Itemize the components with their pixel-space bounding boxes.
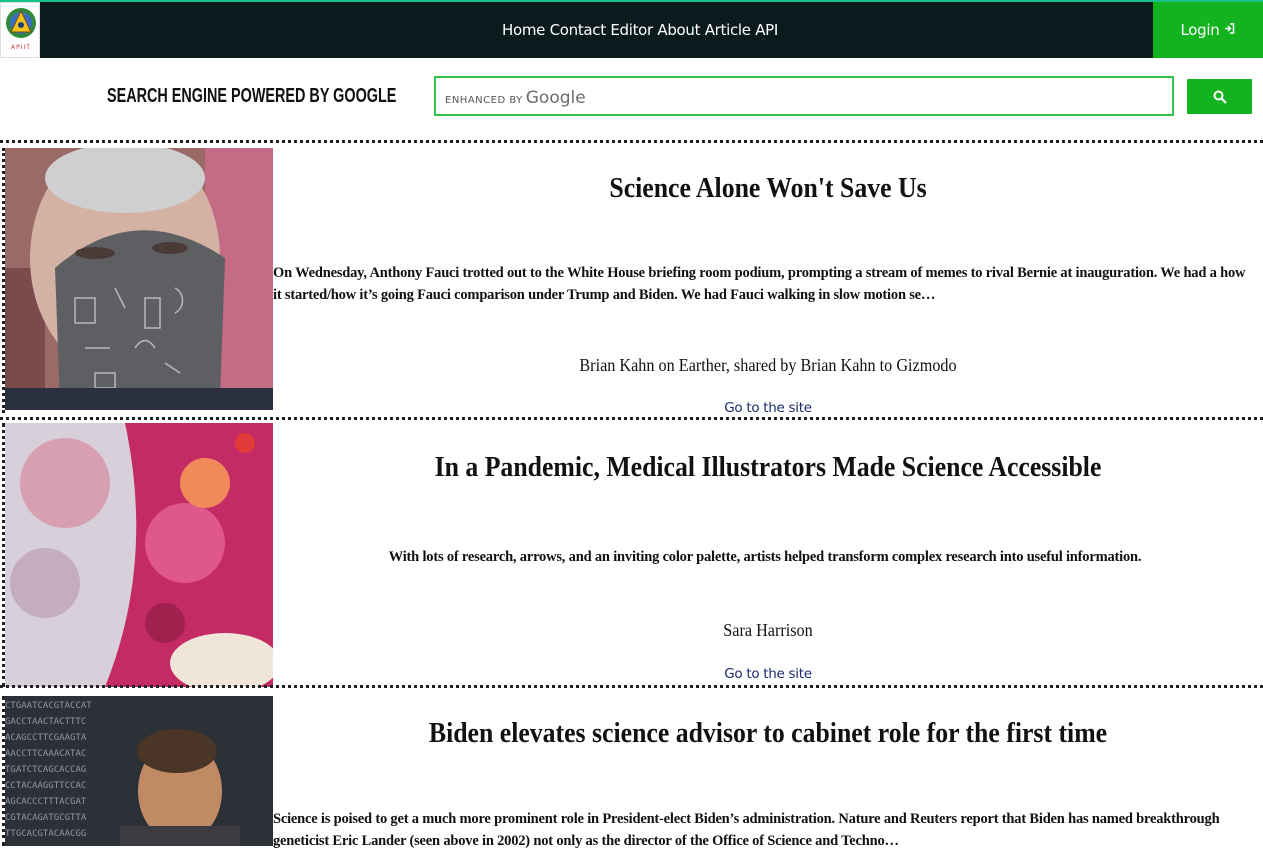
lander-genome-image: CTGAATCACGTACCAT GACCTAACTACTTTC ACAGCCT… — [5, 696, 273, 846]
login-label: Login — [1180, 21, 1220, 39]
search-text-field[interactable] — [436, 78, 1172, 114]
svg-text:AACCTTCAAACATAC: AACCTTCAAACATAC — [5, 749, 86, 759]
article-author: Brian Kahn on Earther, shared by Brian K… — [579, 355, 957, 375]
nav-home[interactable]: Home — [502, 21, 545, 39]
nav-article[interactable]: Article — [705, 21, 751, 39]
site-logo[interactable]: APIIT — [0, 2, 40, 58]
svg-text:GACCTAACTACTTTC: GACCTAACTACTTTC — [5, 717, 86, 727]
search-icon — [1213, 90, 1227, 104]
article-card: Science Alone Won't Save Us On Wednesday… — [0, 138, 1263, 418]
svg-text:TTGCACGTACAACGG: TTGCACGTACAACGG — [5, 829, 86, 839]
svg-text:AGCACCCTTTACGAT: AGCACCCTTTACGAT — [5, 797, 87, 807]
search-input[interactable]: ENHANCED BY Google — [434, 76, 1174, 116]
article-title[interactable]: Science Alone Won't Save Us — [313, 173, 1224, 205]
top-navbar: APIIT Home Contact Editor About Article … — [0, 0, 1263, 58]
article-title[interactable]: Biden elevates science advisor to cabine… — [313, 718, 1224, 750]
svg-text:CCTACAAGGTTCCAC: CCTACAAGGTTCCAC — [5, 781, 86, 791]
article-description: Science is poised to get a much more pro… — [273, 811, 1220, 849]
article-title[interactable]: In a Pandemic, Medical Illustrators Made… — [313, 452, 1224, 484]
article-card: In a Pandemic, Medical Illustrators Made… — [0, 417, 1263, 693]
go-to-site-link[interactable]: Go to the site — [273, 400, 1263, 416]
go-to-site-link[interactable]: Go to the site — [273, 666, 1263, 682]
nav-editor[interactable]: Editor — [610, 21, 653, 39]
article-card: CTGAATCACGTACCAT GACCTAACTACTTTC ACAGCCT… — [0, 685, 1263, 849]
article-thumbnail[interactable]: CTGAATCACGTACCAT GACCTAACTACTTTC ACAGCCT… — [2, 696, 273, 846]
article-author: Sara Harrison — [723, 620, 813, 640]
article-thumbnail[interactable] — [2, 138, 273, 413]
nav-api[interactable]: API — [755, 21, 778, 39]
nav-about[interactable]: About — [657, 21, 700, 39]
medical-illustration-image — [5, 423, 280, 693]
search-button[interactable] — [1187, 79, 1252, 114]
svg-text:ACAGCCTTCGAAGTA: ACAGCCTTCGAAGTA — [5, 733, 87, 743]
search-heading: SEARCH ENGINE POWERED BY GOOGLE — [107, 85, 397, 107]
main-nav: Home Contact Editor About Article API — [502, 21, 778, 39]
login-button[interactable]: Login — [1153, 2, 1263, 58]
svg-text:CTGAATCACGTACCAT: CTGAATCACGTACCAT — [5, 701, 92, 711]
article-description: On Wednesday, Anthony Fauci trotted out … — [273, 265, 1246, 303]
fauci-mask-image — [5, 138, 273, 410]
svg-text:TGATCTCAGCACCAG: TGATCTCAGCACCAG — [5, 765, 86, 775]
article-description: With lots of research, arrows, and an in… — [388, 549, 1142, 565]
svg-text:CGTACAGATGCGTTA: CGTACAGATGCGTTA — [5, 813, 87, 823]
logo-text: APIIT — [11, 44, 31, 51]
sign-in-icon — [1224, 23, 1235, 37]
logo-emblem-icon — [6, 8, 36, 38]
article-thumbnail[interactable] — [2, 423, 280, 693]
nav-contact[interactable]: Contact — [550, 21, 607, 39]
